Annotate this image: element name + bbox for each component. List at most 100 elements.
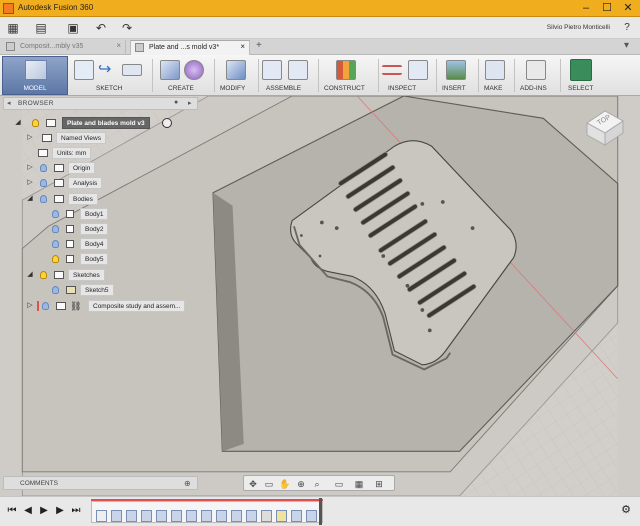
viewports-icon[interactable]: ⊞ <box>372 478 386 490</box>
feature-extrude-icon[interactable] <box>111 510 122 522</box>
zoom-icon[interactable]: ⊕ <box>294 478 308 490</box>
file-menu-icon[interactable]: ▤ <box>34 21 48 35</box>
expand-arrow-icon[interactable]: ▷ <box>26 132 34 144</box>
close-tab-icon[interactable]: × <box>116 41 121 51</box>
measure-icon[interactable] <box>382 65 402 75</box>
expand-arrow-icon[interactable]: ◢ <box>26 193 34 205</box>
joint-icon[interactable] <box>288 60 308 80</box>
timeline-marker[interactable] <box>319 498 322 525</box>
select-cursor-icon[interactable] <box>570 59 592 81</box>
collapse-icon[interactable]: ◂ <box>7 99 11 107</box>
grid-settings-icon[interactable]: ▦ <box>352 478 366 490</box>
step-forward-icon[interactable]: ▶ <box>54 505 66 516</box>
visibility-bulb-icon[interactable] <box>32 119 39 127</box>
pan-hand-icon[interactable]: ✋ <box>278 478 292 490</box>
viewcube[interactable]: TOP <box>583 103 627 147</box>
data-panel-grid-icon[interactable]: ▦ <box>6 21 20 35</box>
browser-node-analysis[interactable]: ▷ Analysis <box>26 177 146 189</box>
expand-arrow-icon[interactable]: ◢ <box>14 117 22 129</box>
workspace-mode-button[interactable]: MODEL <box>2 56 68 95</box>
tab-menu-icon[interactable]: ▾ <box>624 40 629 51</box>
section-analysis-icon[interactable] <box>408 60 428 80</box>
feature-extrude-icon[interactable] <box>306 510 317 522</box>
browser-node-units[interactable]: Units: mm <box>26 147 146 159</box>
active-radio-icon[interactable] <box>162 118 172 128</box>
tab-composite-assembly[interactable]: Composit...mbly v35 × <box>2 40 126 55</box>
insert-image-icon[interactable] <box>446 60 466 80</box>
feature-sketch-icon[interactable] <box>276 510 287 522</box>
browser-node-body1[interactable]: Body1 <box>38 208 138 220</box>
add-ins-group[interactable]: ADD-INS <box>518 55 556 96</box>
press-pull-icon[interactable] <box>226 60 246 80</box>
feature-extrude-icon[interactable] <box>246 510 257 522</box>
inspect-group[interactable]: INSPECT <box>380 55 432 96</box>
expand-arrow-icon[interactable]: ▷ <box>26 177 34 189</box>
expand-arrow-icon[interactable]: ▷ <box>26 300 34 312</box>
visibility-bulb-icon[interactable] <box>52 225 59 233</box>
select-group[interactable]: SELECT <box>564 55 602 96</box>
visibility-bulb-icon[interactable] <box>40 164 47 172</box>
timeline-settings-gear-icon[interactable]: ⚙ <box>620 503 632 516</box>
rectangle-icon[interactable] <box>122 64 142 76</box>
feature-combine-icon[interactable] <box>261 510 272 522</box>
close-button[interactable]: ✕ <box>618 1 638 15</box>
visibility-bulb-icon[interactable] <box>42 302 49 310</box>
visibility-bulb-icon[interactable] <box>40 179 47 187</box>
maximize-button[interactable]: ☐ <box>597 1 617 15</box>
browser-node-body2[interactable]: Body2 <box>38 223 138 235</box>
browser-node-composite-study[interactable]: ▷ ⛓ Composite study and assem... <box>26 300 196 312</box>
3d-print-icon[interactable] <box>485 60 505 80</box>
browser-node-root[interactable]: ◢ Plate and blades mold v3 <box>14 117 194 129</box>
feature-extrude-icon[interactable] <box>126 510 137 522</box>
extrude-icon[interactable] <box>160 60 180 80</box>
form-sphere-icon[interactable] <box>184 60 204 80</box>
new-component-icon[interactable] <box>262 60 282 80</box>
comments-panel[interactable]: COMMENTS ⊕ <box>3 476 198 490</box>
browser-node-sketch5[interactable]: Sketch5 <box>38 284 138 296</box>
go-to-end-icon[interactable]: ⏭ <box>70 505 82 516</box>
feature-sketch-icon[interactable] <box>96 510 107 522</box>
visibility-bulb-icon[interactable] <box>40 195 47 203</box>
scripts-icon[interactable] <box>526 60 546 80</box>
look-at-icon[interactable]: ▭ <box>262 478 276 490</box>
browser-node-named-views[interactable]: ▷ Named Views <box>26 132 146 144</box>
go-to-start-icon[interactable]: ⏮ <box>6 505 18 516</box>
browser-options-icon[interactable]: ● <box>174 99 178 106</box>
add-comment-icon[interactable]: ⊕ <box>184 479 191 488</box>
display-settings-icon[interactable]: ▭ <box>332 478 346 490</box>
feature-extrude-icon[interactable] <box>171 510 182 522</box>
insert-group[interactable]: INSERT <box>440 55 474 96</box>
tab-plate-and-blades-mold[interactable]: Plate and ...s mold v3* × <box>130 40 250 55</box>
timeline-track[interactable] <box>91 501 323 523</box>
offset-plane-icon[interactable] <box>336 60 356 80</box>
browser-header[interactable]: ◂ BROWSER ● ▸ <box>3 97 198 110</box>
feature-extrude-icon[interactable] <box>231 510 242 522</box>
sketch-group[interactable]: ↪ SKETCH <box>72 55 142 96</box>
assemble-group[interactable]: ASSEMBLE <box>260 55 314 96</box>
construct-group[interactable]: CONSTRUCT <box>322 55 374 96</box>
browser-node-origin[interactable]: ▷ Origin <box>26 162 146 174</box>
browser-node-sketches[interactable]: ◢ Sketches <box>26 269 146 281</box>
feature-extrude-icon[interactable] <box>186 510 197 522</box>
visibility-bulb-icon[interactable] <box>52 286 59 294</box>
make-group[interactable]: MAKE <box>482 55 510 96</box>
browser-node-body5[interactable]: Body5 <box>38 253 138 265</box>
browser-pin-icon[interactable]: ▸ <box>188 99 192 107</box>
create-sketch-icon[interactable] <box>74 60 94 80</box>
new-tab-icon[interactable]: + <box>256 40 262 51</box>
feature-extrude-icon[interactable] <box>216 510 227 522</box>
expand-arrow-icon[interactable]: ◢ <box>26 269 34 281</box>
help-icon[interactable]: ? <box>620 21 634 35</box>
feature-extrude-icon[interactable] <box>156 510 167 522</box>
viewcube-cube-icon[interactable] <box>583 103 627 147</box>
modify-group[interactable]: MODIFY <box>218 55 254 96</box>
expand-arrow-icon[interactable]: ▷ <box>26 162 34 174</box>
undo-icon[interactable]: ↶ <box>94 21 108 35</box>
feature-extrude-icon[interactable] <box>291 510 302 522</box>
play-icon[interactable]: ▶ <box>38 505 50 516</box>
create-group[interactable]: CREATE <box>158 55 208 96</box>
fit-icon[interactable]: ⌕ <box>310 478 324 490</box>
save-icon[interactable]: ▣ <box>66 21 80 35</box>
browser-node-bodies[interactable]: ◢ Bodies <box>26 193 146 205</box>
minimize-button[interactable]: – <box>576 1 596 15</box>
